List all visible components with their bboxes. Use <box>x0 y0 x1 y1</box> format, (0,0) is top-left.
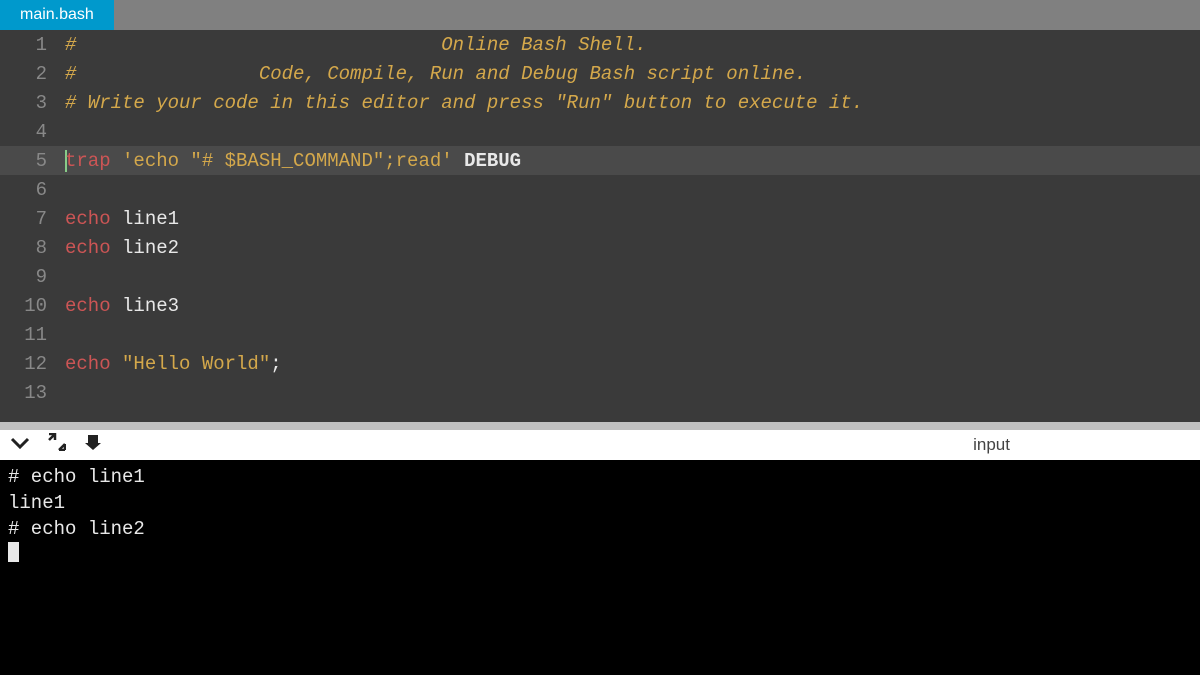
line-number: 3 <box>0 92 65 114</box>
editor-line[interactable]: 12echo "Hello World"; <box>0 349 1200 378</box>
tab-bar: main.bash <box>0 0 1200 30</box>
editor-line[interactable]: 9 <box>0 262 1200 291</box>
line-number: 5 <box>0 150 65 172</box>
line-content: echo line1 <box>65 208 179 230</box>
editor-line[interactable]: 13 <box>0 378 1200 407</box>
line-number: 4 <box>0 121 65 143</box>
download-icon[interactable] <box>84 433 102 457</box>
line-number: 6 <box>0 179 65 201</box>
editor-line[interactable]: 2# Code, Compile, Run and Debug Bash scr… <box>0 59 1200 88</box>
line-number: 11 <box>0 324 65 346</box>
line-number: 1 <box>0 34 65 56</box>
terminal-output[interactable]: # echo line1line1# echo line2 <box>0 460 1200 675</box>
collapse-icon[interactable] <box>10 435 30 455</box>
line-content: echo line2 <box>65 237 179 259</box>
line-number: 9 <box>0 266 65 288</box>
expand-icon[interactable] <box>48 433 66 457</box>
line-content: # Code, Compile, Run and Debug Bash scri… <box>65 63 806 85</box>
editor-line[interactable]: 1# Online Bash Shell. <box>0 30 1200 59</box>
editor-line[interactable]: 10echo line3 <box>0 291 1200 320</box>
line-content: echo line3 <box>65 295 179 317</box>
line-number: 13 <box>0 382 65 404</box>
editor-line[interactable]: 4 <box>0 117 1200 146</box>
line-number: 12 <box>0 353 65 375</box>
line-content: echo "Hello World"; <box>65 353 282 375</box>
terminal-cursor <box>8 542 19 562</box>
terminal-line: # echo line1 <box>8 464 1192 490</box>
line-number: 2 <box>0 63 65 85</box>
editor-line[interactable]: 5trap 'echo "# $BASH_COMMAND";read' DEBU… <box>0 146 1200 175</box>
input-label: input <box>973 435 1010 455</box>
editor-line[interactable]: 11 <box>0 320 1200 349</box>
code-editor[interactable]: 1# Online Bash Shell.2# Code, Compile, R… <box>0 30 1200 422</box>
panel-divider[interactable] <box>0 422 1200 430</box>
line-number: 7 <box>0 208 65 230</box>
line-number: 10 <box>0 295 65 317</box>
editor-line[interactable]: 7echo line1 <box>0 204 1200 233</box>
terminal-line: line1 <box>8 490 1192 516</box>
line-number: 8 <box>0 237 65 259</box>
editor-line[interactable]: 3# Write your code in this editor and pr… <box>0 88 1200 117</box>
editor-line[interactable]: 6 <box>0 175 1200 204</box>
tab-main-bash[interactable]: main.bash <box>0 0 114 30</box>
line-content: # Write your code in this editor and pre… <box>65 92 863 114</box>
terminal-toolbar: input <box>0 430 1200 460</box>
line-content: # Online Bash Shell. <box>65 34 647 56</box>
line-content: trap 'echo "# $BASH_COMMAND";read' DEBUG <box>65 150 521 172</box>
terminal-line: # echo line2 <box>8 516 1192 542</box>
editor-line[interactable]: 8echo line2 <box>0 233 1200 262</box>
